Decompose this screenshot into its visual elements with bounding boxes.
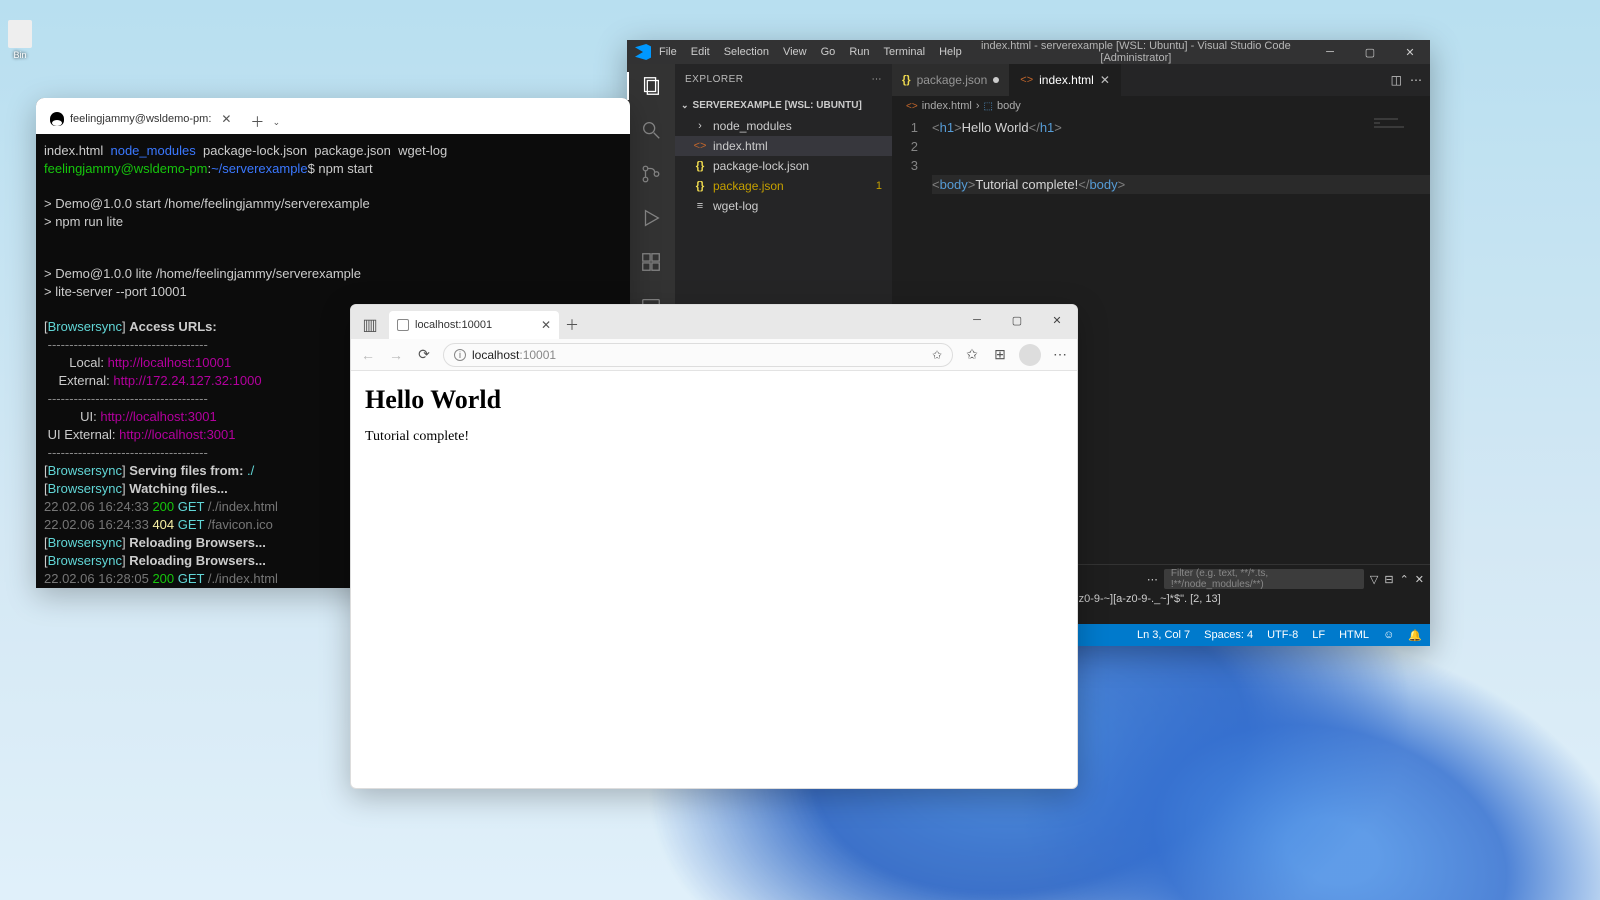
folder-icon: › [693, 120, 707, 132]
status-encoding[interactable]: UTF-8 [1267, 629, 1298, 641]
status-cursor[interactable]: Ln 3, Col 7 [1137, 629, 1190, 641]
minimap[interactable] [1370, 116, 1430, 564]
search-icon[interactable] [637, 116, 665, 144]
panel-more-icon[interactable]: ⋯ [1147, 573, 1158, 586]
explorer-label: EXPLORER [685, 74, 743, 85]
browser-tab-title: localhost:10001 [415, 319, 492, 331]
file-package-lock-json[interactable]: {}package-lock.json [675, 156, 892, 176]
html-icon: <> [693, 140, 707, 152]
element-icon: ⬚ [984, 101, 993, 112]
json-icon: {} [693, 160, 707, 172]
close-panel-icon[interactable]: ✕ [1415, 573, 1424, 586]
collapse-icon[interactable]: ⊟ [1384, 573, 1393, 586]
close-tab-icon[interactable]: ✕ [541, 318, 551, 332]
close-tab-icon[interactable]: ✕ [221, 112, 231, 126]
terminal-tab-strip[interactable]: feelingjammy@wsldemo-pm: ✕ ＋ ⌄ [36, 98, 630, 134]
vscode-menu-bar: File Edit Selection View Go Run Terminal… [659, 46, 962, 58]
browser-tab-strip[interactable]: ▥ localhost:10001 ✕ ＋ ─ ▢ ✕ [351, 305, 1077, 339]
menu-help[interactable]: Help [939, 46, 962, 58]
json-icon: {} [693, 180, 707, 192]
html-file-icon: <> [906, 101, 918, 112]
chevron-up-icon[interactable]: ⌃ [1400, 573, 1409, 586]
breadcrumb[interactable]: <>index.html› ⬚body [892, 96, 1430, 116]
menu-view[interactable]: View [783, 46, 807, 58]
split-editor-icon[interactable]: ◫ [1391, 73, 1402, 87]
close-button[interactable]: ✕ [1037, 305, 1077, 335]
minimize-button[interactable]: ─ [1310, 40, 1350, 64]
menu-go[interactable]: Go [821, 46, 836, 58]
menu-edit[interactable]: Edit [691, 46, 710, 58]
new-tab-button[interactable]: ＋ [559, 311, 585, 339]
vscode-logo-icon [635, 44, 651, 60]
chevron-down-icon: ⌄ [681, 100, 689, 111]
file-package-json[interactable]: {}package.json1 [675, 176, 892, 196]
notifications-icon[interactable]: 🔔 [1408, 629, 1422, 642]
tab-package-json[interactable]: {}package.json [892, 64, 1010, 96]
browser-tab[interactable]: localhost:10001 ✕ [389, 311, 559, 339]
refresh-button[interactable]: ⟳ [415, 346, 433, 363]
new-tab-button[interactable]: ＋ [245, 110, 269, 134]
profile-icon[interactable] [1019, 344, 1041, 366]
terminal-tab-title: feelingjammy@wsldemo-pm: [70, 113, 211, 125]
address-bar[interactable]: i localhost:10001 ✩ [443, 343, 953, 367]
collections-icon[interactable]: ⊞ [991, 346, 1009, 363]
file-wget-log[interactable]: ≡wget-log [675, 196, 892, 216]
more-actions-icon[interactable]: ⋯ [1410, 73, 1422, 87]
vscode-titlebar[interactable]: File Edit Selection View Go Run Terminal… [627, 40, 1430, 64]
browser-viewport: Hello World Tutorial complete! [351, 371, 1077, 459]
file-icon: ≡ [693, 200, 707, 212]
page-icon [397, 319, 409, 331]
back-button[interactable]: ← [359, 347, 377, 363]
linux-icon [50, 112, 64, 126]
maximize-button[interactable]: ▢ [997, 305, 1037, 335]
explorer-root[interactable]: ⌄SERVEREXAMPLE [WSL: UBUNTU] [675, 94, 892, 116]
feedback-icon[interactable]: ☺ [1383, 629, 1394, 641]
tab-actions-icon[interactable]: ▥ [355, 311, 385, 339]
maximize-button[interactable]: ▢ [1350, 40, 1390, 64]
page-heading: Hello World [365, 385, 1063, 415]
explorer-more-icon[interactable]: ⋯ [872, 74, 883, 85]
explorer-icon[interactable] [637, 72, 665, 100]
file-node-modules[interactable]: ›node_modules [675, 116, 892, 136]
forward-button[interactable]: → [387, 347, 405, 363]
editor-tabs: {}package.json <>index.html✕ ◫ ⋯ [892, 64, 1430, 96]
favorite-star-icon[interactable]: ✩ [932, 348, 942, 362]
modified-badge: 1 [876, 180, 882, 192]
minimize-button[interactable]: ─ [957, 305, 997, 335]
run-debug-icon[interactable] [637, 204, 665, 232]
site-info-icon[interactable]: i [454, 349, 466, 361]
edge-browser-window: ▥ localhost:10001 ✕ ＋ ─ ▢ ✕ ← → ⟳ i loca… [350, 304, 1078, 789]
close-button[interactable]: ✕ [1390, 40, 1430, 64]
filter-icon[interactable]: ▽ [1370, 573, 1378, 586]
tab-index-html[interactable]: <>index.html✕ [1010, 64, 1121, 96]
status-spaces[interactable]: Spaces: 4 [1204, 629, 1253, 641]
page-text: Tutorial complete! [365, 429, 1063, 445]
dirty-indicator [993, 77, 999, 83]
source-control-icon[interactable] [637, 160, 665, 188]
tab-dropdown-icon[interactable]: ⌄ [269, 110, 283, 134]
menu-file[interactable]: File [659, 46, 677, 58]
close-tab-icon[interactable]: ✕ [1100, 73, 1110, 87]
problems-filter-input[interactable]: Filter (e.g. text, **/*.ts, !**/node_mod… [1164, 569, 1364, 589]
menu-run[interactable]: Run [849, 46, 869, 58]
vscode-title-text: index.html - serverexample [WSL: Ubuntu]… [962, 40, 1310, 64]
file-index-html[interactable]: <>index.html [675, 136, 892, 156]
menu-selection[interactable]: Selection [724, 46, 769, 58]
extensions-icon[interactable] [637, 248, 665, 276]
status-language[interactable]: HTML [1339, 629, 1369, 641]
status-eol[interactable]: LF [1312, 629, 1325, 641]
menu-icon[interactable]: ⋯ [1051, 346, 1069, 363]
terminal-tab[interactable]: feelingjammy@wsldemo-pm: ✕ [42, 104, 239, 134]
browser-toolbar: ← → ⟳ i localhost:10001 ✩ ✩ ⊞ ⋯ [351, 339, 1077, 371]
menu-terminal[interactable]: Terminal [884, 46, 926, 58]
favorites-icon[interactable]: ✩ [963, 346, 981, 363]
recycle-bin-icon[interactable]: Bin [5, 20, 35, 60]
